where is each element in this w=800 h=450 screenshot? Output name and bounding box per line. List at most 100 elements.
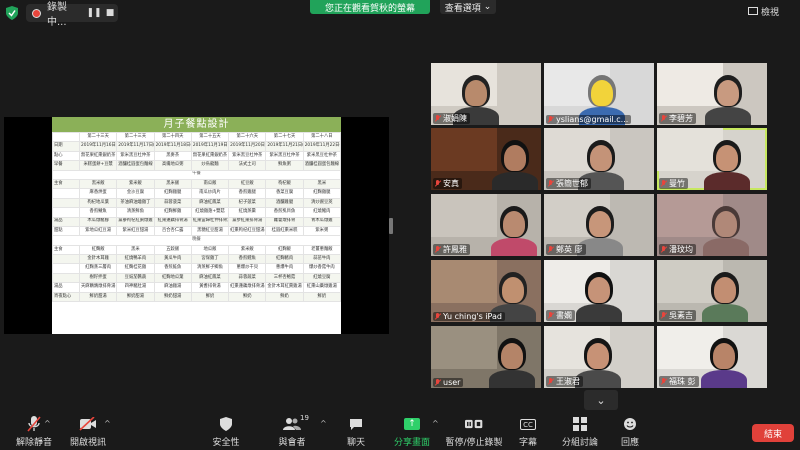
participant-name: 安真 [443,179,459,188]
participant-count: 19 [300,414,309,422]
participant-body [489,370,535,388]
participant-face [501,343,523,369]
participant-video-tile[interactable]: 王淑君 [544,326,654,388]
table-cell: 主食 [52,244,80,256]
table-row: 晚餐 [52,235,341,246]
table-cell: 2019年11月18日(一) [153,141,192,152]
participant-name-tag: 李碧芳 [659,113,696,124]
participant-video-tile[interactable]: 安真 [431,128,541,190]
participant-video-tile[interactable]: 書嫻 [544,260,654,322]
recording-label: 錄製中... [47,2,67,28]
participant-video-tile[interactable]: 李碧芳 [657,63,767,125]
table-cell: 黨蔘枸杞紅棗燉雞 [116,216,155,227]
mic-muted-icon [25,416,43,432]
table-cell: 枸杞地瓜葉 [78,197,118,209]
table-cell: 第二十六天 [228,131,267,143]
table-cell: 紫米黑豆杜仲茶 [302,150,341,162]
participant-name: 張簡世郁 [556,179,588,188]
table-cell: 茶油麻油燴雞丁 [116,197,155,209]
table-cell: 黑麥茶 [153,150,192,162]
table-cell: 鮮奶 [302,291,341,303]
shield-icon [217,416,235,432]
table-row: 樹籽拌蛋 豆豉茄醬蔬 紅麴地瓜葉 麻油紅鳳菜 蒜蓉蔬菜 三杯杏鮑菇 紅燒豆腐 [52,272,341,284]
table-section-header: 午餐 [52,169,341,180]
table-cell: 紅燒豬肉 [302,207,341,218]
table-row: 湯品 天麻鵪鶉燉排骨湯 四神豬肚湯 麻油雞湯 黃耆排骨湯 紅棗蓮藕燉排骨湯 金針木耳紅棗雞湯… [52,282,341,293]
pause-stop-recording-button[interactable]: 暫停/停止錄製 [444,416,504,448]
table-cell: 宵夜點心 [52,291,80,303]
participant-video-tile[interactable]: 曼竹 [657,128,767,190]
participant-name: 王淑君 [556,377,580,386]
participant-video-tile[interactable]: 張簡世郁 [544,128,654,190]
participant-video-tile[interactable]: 許鳳雅 [431,194,541,256]
table-cell: 紫米粥 [302,225,341,237]
gallery-view-button[interactable]: 檢視 [748,4,796,18]
table-cell: 日期 [52,141,80,152]
gallery-next-page-button[interactable]: ⌄ [584,390,618,410]
chat-button[interactable]: 聊天 [326,416,386,448]
participant-video-tile[interactable]: yslians@gmail.c... [544,63,654,125]
table-cell: 第二十七天 [265,131,304,143]
table-cell: 紅麴蒸三層肉 [78,263,118,274]
table-row: 日期2019年11月16日(六)2019年11月17日(日)2019年11月18… [52,141,341,152]
mic-muted-icon [547,311,554,320]
table-section-header: 晚餐 [52,235,341,246]
unmute-label: 解除靜音 [15,438,52,448]
table-cell: 鮮奶 [228,291,267,303]
participant-name: 福珠 彭 [669,377,696,386]
unmute-button[interactable]: 解除靜音 [4,416,64,448]
video-options-caret[interactable]: ^ [104,419,111,428]
end-meeting-button[interactable]: 結束 [752,424,794,442]
participant-name-tag: yslians@gmail.c... [546,115,632,124]
view-options-button[interactable]: 查看選項 ⌄ [440,0,496,14]
participant-video-tile[interactable]: 潘玟均 [657,194,767,256]
participant-video-tile[interactable]: 吳素吉 [657,260,767,322]
table-cell: 紅棗枸杞紅豆甜湯 [228,225,267,237]
participant-video-tile[interactable]: 福珠 彭 [657,326,767,388]
audio-options-caret[interactable]: ^ [44,419,51,428]
participant-name: 李碧芳 [669,114,693,123]
table-cell: 金針木耳雞 [78,254,118,265]
participant-name: yslians@gmail.c... [556,115,629,124]
captions-button[interactable]: CC 字幕 [498,416,558,448]
participant-face [715,211,737,237]
table-cell: 清炒豌豆莢 [302,197,341,209]
reactions-button[interactable]: 回應 [600,416,660,448]
video-background [431,326,497,370]
table-cell: 香煎鱈魚 [228,254,267,265]
participants-button[interactable]: 19 與會者 [262,414,322,448]
table-row: 點心 無花果紅棗銀奶茶 紫米黑豆杜仲茶 黑麥茶 無花果紅棗銀奶茶 紫米黑豆杜仲茶 紫米黑豆杜… [52,150,341,162]
stop-recording-button[interactable]: ■ [102,6,118,20]
participant-video-tile[interactable]: Yu ching's iPad [431,260,541,322]
participant-face [588,277,610,303]
breakout-grid-icon [571,416,589,432]
pause-recording-button[interactable]: ❚❚ [86,6,102,20]
table-cell: 紅棗蓮藕燉排骨湯 [228,282,267,293]
split-resize-handle[interactable] [389,218,393,234]
table-cell: 鮮奶甜湯 [78,291,118,303]
table-cell: 點心 [52,150,80,162]
table-cell: 黨參紅棗排骨湯 [228,216,267,227]
table-row: 宵夜點心 鮮奶甜湯 鮮奶甜湯 鮮奶甜湯 鮮奶 鮮奶 鮮奶 鮮奶 [52,291,341,303]
table-cell: 爆炒香菇牛肉 [302,263,341,274]
participant-video-tile[interactable]: 鄭英 廖 [544,194,654,256]
share-options-caret[interactable]: ^ [432,419,439,428]
table-cell: 第二十八日 [302,131,341,143]
table-cell: 第二十五天 [190,131,230,143]
table-cell: 黃瓜牛肉 [153,254,192,265]
table-cell: 紅麴鮮雞 [153,207,192,218]
shield-check-icon[interactable] [6,6,18,20]
table-cell: 無花果紅棗銀奶茶 [78,150,118,162]
participant-video-tile[interactable]: 淑娟陳 [431,63,541,125]
participant-video-tile[interactable]: user [431,326,541,388]
participant-name: 吳素吉 [669,311,693,320]
participant-name: 鄭英 廖 [556,245,583,254]
share-screen-label: 分享畫面 [393,438,430,448]
gallery-view-label: 檢視 [761,7,780,18]
participant-body [492,172,538,190]
table-cell: 高纖地瓜粥 [153,160,192,171]
security-button[interactable]: 安全性 [196,416,256,448]
table-cell: 鮮奶甜湯 [153,291,192,303]
table-cell: 紅麴桂花雞 [116,263,155,274]
table-cell: 酒釀雞腿 [265,197,304,209]
